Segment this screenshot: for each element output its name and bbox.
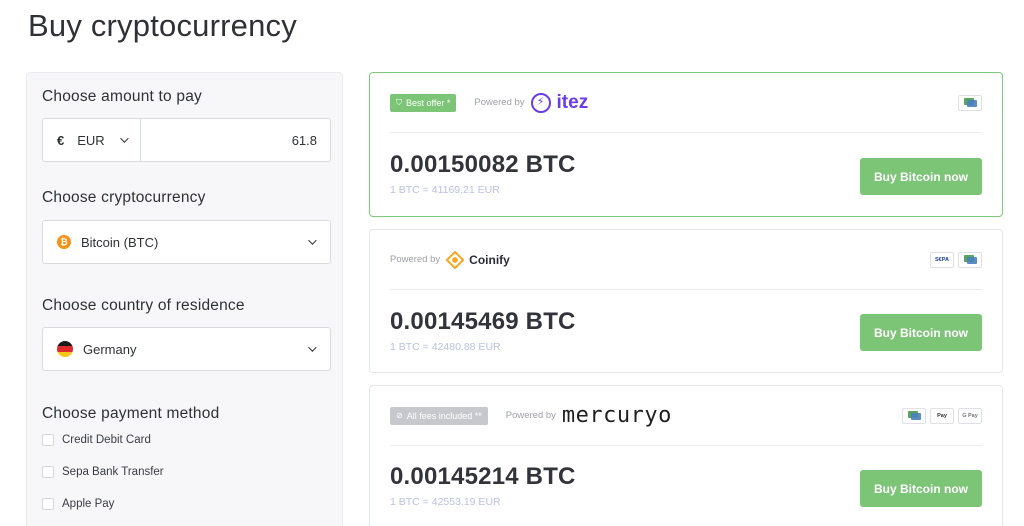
sepa-icon: S€PA [930,251,954,268]
payment-option-credit-debit-card[interactable]: Credit Debit Card [42,434,151,446]
country-selected: Germany [83,341,137,357]
btc-amount: 0.00145214 BTC [390,463,576,490]
exchange-rate: 1 BTC = 42553.19 EUR [390,496,501,508]
card-icon [902,407,926,424]
provider-name: Coinify [469,252,510,267]
coinify-logo: Coinify [446,250,510,269]
checkbox[interactable] [42,466,54,478]
buy-bitcoin-button[interactable]: Buy Bitcoin now [860,158,982,195]
lightning-icon: ⚡ [530,92,551,113]
crypto-select[interactable]: ₿ Bitcoin (BTC) [42,220,331,264]
badge-label: All fees included ** [406,410,482,421]
google-pay-icon: G Pay [958,407,982,424]
crypto-selected: Bitcoin (BTC) [81,234,159,250]
offer-card-header: ⛉ Best offer * Powered by ⚡ itez [390,73,982,133]
badge-label: Best offer * [406,97,451,108]
powered-by-label: Powered by [505,410,556,421]
euro-icon: € [57,132,65,148]
country-select[interactable]: Germany [42,327,331,371]
filter-panel: Choose amount to pay € EUR Choose crypto… [26,72,343,526]
page-title: Buy cryptocurrency [28,8,297,43]
amount-row: € EUR [42,118,331,162]
offer-card-coinify: Powered by Coinify S€PA 0.00145469 BTC 1… [369,229,1003,373]
buy-bitcoin-button[interactable]: Buy Bitcoin now [860,314,982,351]
amount-input[interactable] [141,119,330,161]
shield-icon: ⛉ [396,97,402,107]
amount-heading: Choose amount to pay [42,88,202,105]
chevron-down-icon [308,343,317,352]
powered-by-label: Powered by [474,97,525,108]
payment-method-heading: Choose payment method [42,405,220,422]
card-icon [958,251,982,268]
country-heading: Choose country of residence [42,297,245,314]
chevron-down-icon [120,134,129,143]
payment-option-apple-pay[interactable]: Apple Pay [42,498,114,510]
payment-option-label: Sepa Bank Transfer [62,466,164,478]
offer-card-mercuryo: ⊘ All fees included ** Powered by mercur… [369,385,1003,526]
germany-flag-icon [57,341,73,357]
checkbox[interactable] [42,498,54,510]
crypto-heading: Choose cryptocurrency [42,189,206,206]
tag-icon: ⊘ [396,411,403,420]
currency-label: EUR [77,132,105,148]
buy-bitcoin-button[interactable]: Buy Bitcoin now [860,470,982,507]
btc-amount: 0.00150082 BTC [390,151,576,178]
payment-icons: S€PA [930,251,982,268]
card-icon [958,94,982,111]
powered-by-label: Powered by [390,254,441,265]
offer-card-header: Powered by Coinify S€PA [390,230,982,290]
payment-option-label: Credit Debit Card [62,434,151,446]
btc-amount: 0.00145469 BTC [390,308,576,335]
bitcoin-icon: ₿ [57,235,71,249]
checkbox[interactable] [42,434,54,446]
best-offer-badge: ⛉ Best offer * [390,93,457,112]
exchange-rate: 1 BTC = 41169.21 EUR [390,184,500,196]
payment-option-sepa-bank-transfer[interactable]: Sepa Bank Transfer [42,466,164,478]
mercuryo-logo: mercuryo [561,403,672,428]
provider-name: itez [556,91,589,113]
coinify-icon [446,250,465,269]
itez-logo: ⚡ itez [530,91,589,114]
payment-option-label: Apple Pay [62,498,115,510]
currency-select[interactable]: € EUR [43,119,141,161]
offer-card-itez: ⛉ Best offer * Powered by ⚡ itez 0.00150… [369,72,1003,217]
exchange-rate: 1 BTC = 42480.88 EUR [390,341,501,353]
all-fees-badge: ⊘ All fees included ** [390,406,488,425]
payment-icons [958,94,982,111]
apple-pay-icon: Pay [930,407,954,424]
offer-card-header: ⊘ All fees included ** Powered by mercur… [390,386,982,446]
chevron-down-icon [308,236,317,245]
payment-icons: Pay G Pay [902,407,982,424]
